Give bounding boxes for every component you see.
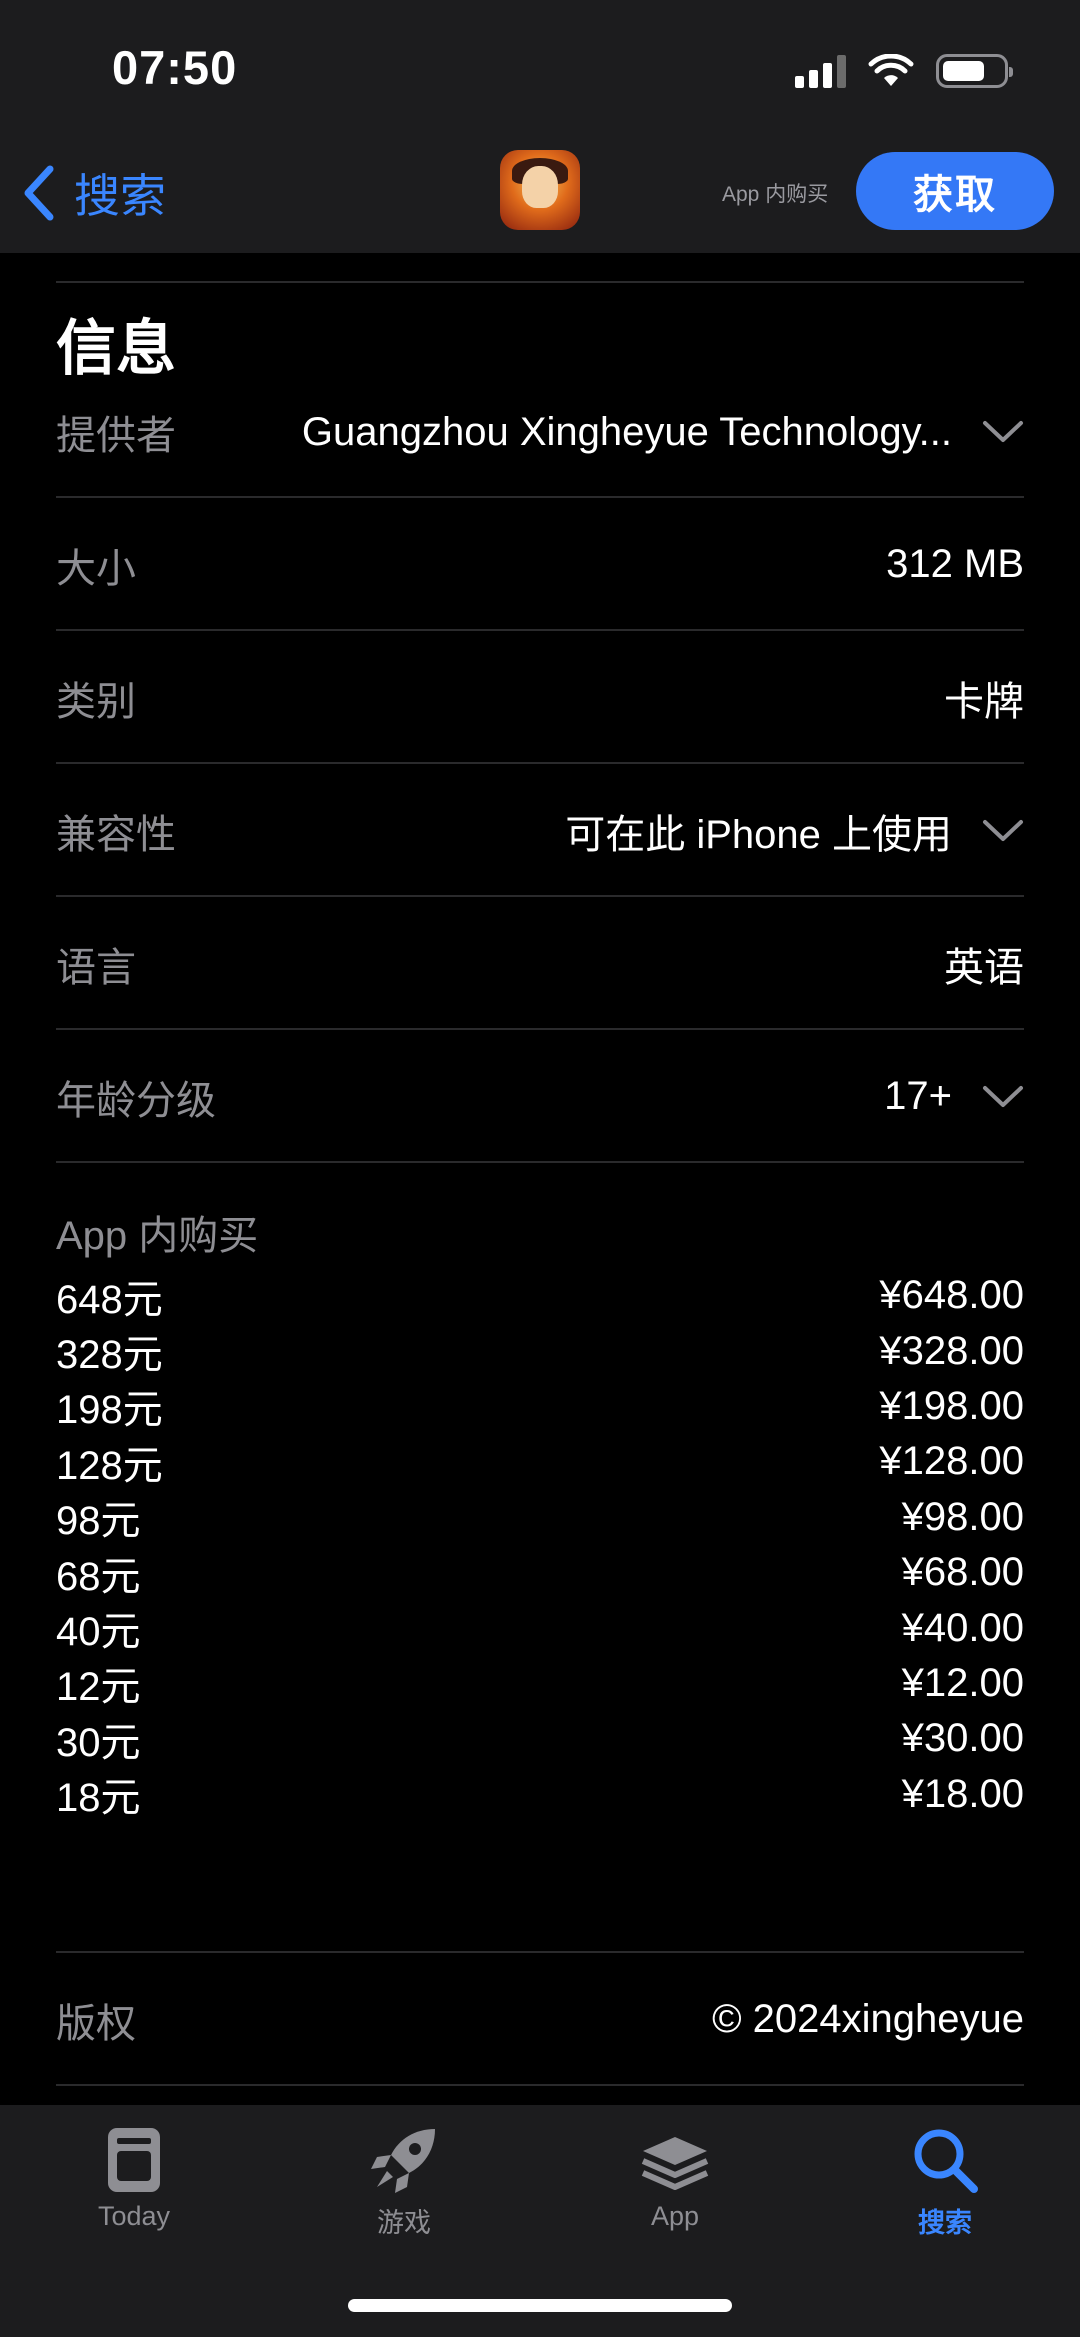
- age-rating-row[interactable]: 年龄分级 17+: [56, 1030, 1024, 1163]
- tab-label: App: [650, 2201, 700, 2231]
- compatibility-value: 可在此 iPhone 上使用: [565, 812, 952, 857]
- copyright-label: 版权: [56, 2001, 136, 2046]
- compatibility-row[interactable]: 兼容性 可在此 iPhone 上使用: [56, 764, 1024, 897]
- iap-price: ¥98.00: [901, 1494, 1024, 1539]
- battery-icon: [936, 54, 1013, 88]
- cellular-signal-icon: [795, 54, 846, 88]
- provider-value: Guangzhou Xingheyue Technology...: [301, 409, 952, 454]
- iap-price: ¥12.00: [901, 1660, 1024, 1705]
- compatibility-label: 兼容性: [56, 812, 176, 857]
- home-indicator[interactable]: [348, 2299, 732, 2312]
- list-item: 328元 ¥328.00: [56, 1323, 1024, 1378]
- get-button[interactable]: 获取: [856, 152, 1054, 230]
- back-label: 搜索: [74, 170, 166, 222]
- iap-price: ¥18.00: [901, 1771, 1024, 1816]
- list-item: 128元 ¥128.00: [56, 1434, 1024, 1489]
- language-label: 语言: [56, 945, 136, 990]
- layers-icon: [641, 2137, 709, 2190]
- category-row: 类别 卡牌: [56, 631, 1024, 764]
- search-icon: [914, 2129, 978, 2193]
- tab-label: 游戏: [377, 2208, 431, 2238]
- language-value: 英语: [944, 945, 1024, 990]
- list-item: 198元 ¥198.00: [56, 1379, 1024, 1434]
- status-icons: [795, 50, 1013, 92]
- size-row: 大小 312 MB: [56, 498, 1024, 631]
- chevron-left-icon: [24, 165, 54, 221]
- tab-label: 搜索: [918, 2208, 972, 2238]
- list-item: 18元 ¥18.00: [56, 1767, 1024, 1822]
- copyright-row: 版权 © 2024xingheyue: [56, 1953, 1024, 2086]
- iap-price: ¥198.00: [879, 1383, 1024, 1428]
- iap-name: 128元: [56, 1443, 163, 1488]
- tab-today[interactable]: Today: [44, 2125, 224, 2232]
- iap-price: ¥30.00: [901, 1716, 1024, 1761]
- back-button[interactable]: 搜索: [22, 158, 166, 228]
- tab-games[interactable]: 游戏: [314, 2125, 494, 2240]
- category-label: 类别: [56, 679, 136, 724]
- iap-name: 12元: [56, 1665, 141, 1710]
- iap-name: 68元: [56, 1554, 141, 1599]
- divider: [56, 281, 1024, 283]
- in-app-purchases-list: 648元 ¥648.00 328元 ¥328.00 198元 ¥198.00 128元…: [56, 1268, 1024, 1822]
- in-app-purchases-label: App 内购买: [56, 1214, 259, 1258]
- divider: [56, 2084, 1024, 2086]
- iap-price: ¥648.00: [879, 1273, 1024, 1318]
- chevron-down-icon: [983, 1085, 1023, 1107]
- size-label: 大小: [56, 546, 136, 591]
- iap-price: ¥128.00: [879, 1439, 1024, 1484]
- category-value: 卡牌: [944, 679, 1024, 724]
- iap-name: 648元: [56, 1277, 163, 1322]
- list-item: 648元 ¥648.00: [56, 1268, 1024, 1323]
- size-value: 312 MB: [886, 542, 1024, 586]
- iap-name: 328元: [56, 1333, 163, 1378]
- iap-name: 40元: [56, 1610, 141, 1655]
- list-item: 30元 ¥30.00: [56, 1711, 1024, 1766]
- iap-price: ¥68.00: [901, 1550, 1024, 1595]
- tab-apps[interactable]: App: [585, 2125, 765, 2232]
- divider: [56, 1161, 1024, 1163]
- app-icon: [500, 150, 580, 230]
- copyright-value: © 2024xingheyue: [712, 1997, 1024, 2041]
- iap-name: 98元: [56, 1499, 141, 1544]
- iap-price: ¥328.00: [879, 1328, 1024, 1373]
- status-time: 07:50: [112, 41, 238, 94]
- iap-name: 30元: [56, 1720, 141, 1765]
- iap-name: 198元: [56, 1388, 163, 1433]
- provider-row[interactable]: 提供者 Guangzhou Xingheyue Technology...: [56, 368, 1024, 496]
- top-bar: 07:50 搜索 App 内购买 获取: [0, 0, 1080, 253]
- chevron-down-icon: [983, 819, 1023, 841]
- iap-name: 18元: [56, 1776, 141, 1821]
- language-row: 语言 英语: [56, 897, 1024, 1030]
- tab-label: Today: [97, 2201, 171, 2231]
- tab-search[interactable]: 搜索: [855, 2125, 1035, 2240]
- age-rating-label: 年龄分级: [56, 1078, 216, 1123]
- age-rating-value: 17+: [884, 1074, 952, 1118]
- in-app-purchase-note: App 内购买: [722, 183, 829, 206]
- today-icon: [108, 2128, 160, 2192]
- list-item: 98元 ¥98.00: [56, 1490, 1024, 1545]
- list-item: 12元 ¥12.00: [56, 1656, 1024, 1711]
- chevron-down-icon: [983, 421, 1023, 442]
- wifi-icon: [868, 54, 914, 86]
- rocket-icon: [371, 2129, 435, 2193]
- list-item: 68元 ¥68.00: [56, 1545, 1024, 1600]
- iap-price: ¥40.00: [901, 1605, 1024, 1650]
- list-item: 40元 ¥40.00: [56, 1600, 1024, 1655]
- provider-label: 提供者: [56, 414, 176, 458]
